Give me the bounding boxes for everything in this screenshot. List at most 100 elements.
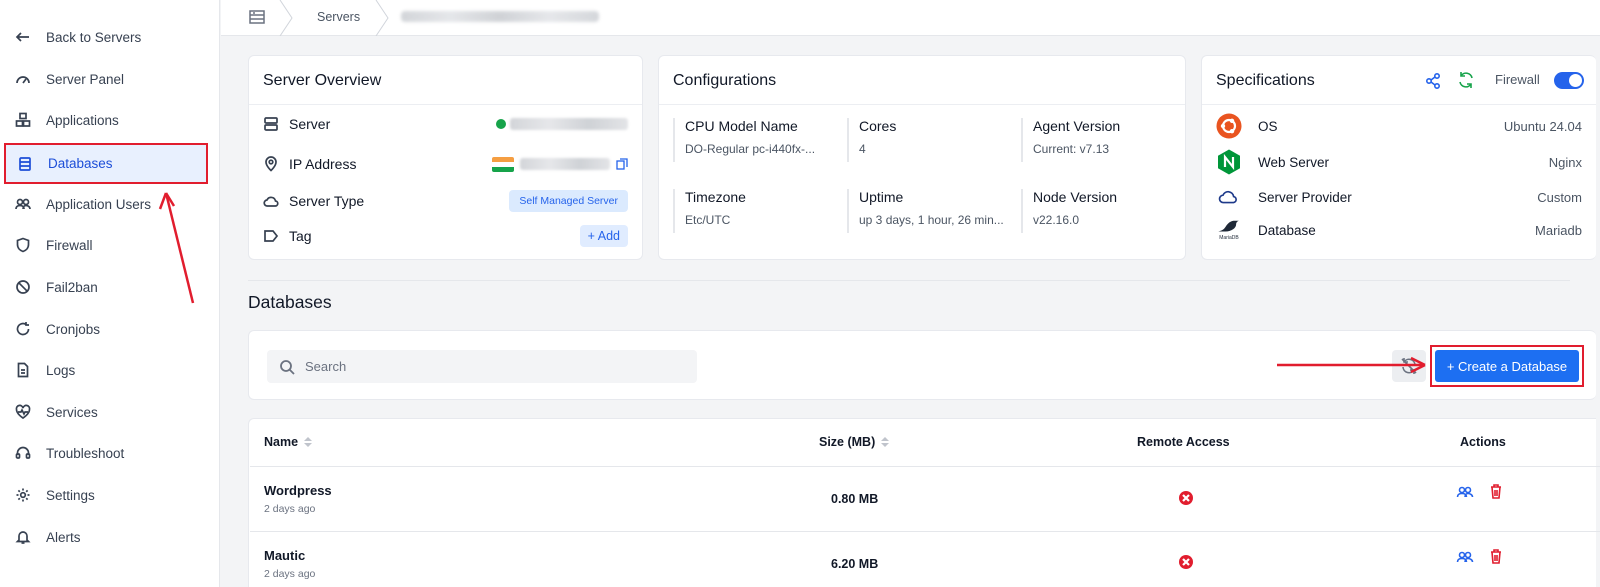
sidebar-item-label: Firewall (46, 237, 93, 253)
cubes-icon (14, 111, 32, 129)
sidebar-item-databases[interactable]: Databases (4, 143, 208, 184)
breadcrumb-servers[interactable]: Servers (317, 10, 360, 24)
configurations-card: Configurations CPU Model Name DO-Regular… (658, 55, 1186, 260)
server-overview-card: Server Overview Server IP Address Server… (248, 55, 643, 260)
config-uptime: Uptime up 3 days, 1 hour, 26 min... (847, 189, 1012, 233)
sidebar-item-logs[interactable]: Logs (4, 350, 208, 390)
card-title: Specifications (1216, 72, 1315, 89)
sidebar-item-label: Back to Servers (46, 29, 142, 45)
shield-icon (14, 236, 32, 254)
databases-section-title: Databases (248, 292, 332, 312)
sidebar-item-settings[interactable]: Settings (4, 475, 208, 515)
column-header-size[interactable]: Size (MB) (819, 435, 890, 449)
server-icon (263, 116, 279, 132)
breadcrumb: Servers (221, 0, 1600, 37)
sync-icon[interactable] (1457, 71, 1475, 89)
india-flag-icon (492, 156, 514, 172)
remote-access-disabled-icon[interactable] (1179, 491, 1193, 505)
firewall-toggle[interactable] (1554, 72, 1584, 89)
config-agent-version: Agent Version Current: v7.13 (1021, 118, 1176, 162)
sidebar-item-applications[interactable]: Applications (4, 100, 208, 140)
config-label: CPU Model Name (685, 118, 798, 134)
database-created: 2 days ago (264, 568, 316, 580)
ubuntu-logo-icon (1216, 113, 1242, 139)
sidebar-item-back-to-servers[interactable]: Back to Servers (4, 17, 208, 57)
specifications-card: Specifications Firewall OS Ubuntu 24.04 … (1201, 55, 1596, 260)
firewall-label: Firewall (1495, 72, 1540, 87)
spec-row-web-server: Web Server Nginx (1216, 148, 1582, 176)
overview-label: Tag (289, 228, 312, 244)
sidebar-item-label: Alerts (46, 529, 81, 545)
gear-icon (14, 486, 32, 504)
sidebar-item-label: Databases (48, 156, 113, 171)
spec-value: Mariadb (1535, 222, 1582, 238)
share-icon[interactable] (1424, 72, 1442, 90)
sidebar-item-label: Logs (46, 362, 76, 378)
breadcrumb-current-server-redacted (401, 11, 599, 22)
search-input[interactable] (305, 359, 685, 374)
config-cpu: CPU Model Name DO-Regular pc-i440fx-... (673, 118, 838, 162)
spec-value: Custom (1537, 189, 1582, 205)
sidebar-item-label: Server Panel (46, 71, 125, 87)
database-name[interactable]: Wordpress (264, 483, 332, 498)
sidebar-item-alerts[interactable]: Alerts (4, 517, 208, 557)
arrow-left-icon (14, 28, 32, 46)
config-label: Agent Version (1033, 118, 1121, 134)
spec-value: Ubuntu 24.04 (1503, 118, 1582, 134)
annotation-arrow-databases (158, 192, 195, 304)
tag-icon (263, 228, 279, 244)
config-value: DO-Regular pc-i440fx-... (685, 142, 816, 156)
spec-label: Web Server (1258, 154, 1330, 170)
server-list-icon[interactable] (249, 10, 265, 24)
remote-access-disabled-icon[interactable] (1179, 555, 1193, 569)
config-value: 4 (859, 142, 866, 156)
spec-row-database: MariaDB Database Mariadb (1216, 216, 1582, 244)
database-name[interactable]: Mautic (264, 548, 305, 563)
trash-icon[interactable] (1487, 483, 1505, 499)
config-label: Uptime (859, 189, 904, 205)
annotation-arrow-create (1277, 356, 1426, 374)
file-icon (14, 361, 32, 379)
status-online-dot (496, 119, 506, 129)
overview-row-server: Server (263, 112, 628, 136)
users-icon[interactable] (1456, 484, 1474, 500)
config-timezone: Timezone Etc/UTC (673, 189, 838, 233)
headset-icon (14, 444, 32, 462)
overview-row-ip: IP Address (263, 152, 628, 176)
add-tag-button[interactable]: + Add (579, 225, 628, 247)
column-header-name[interactable]: Name (264, 435, 313, 449)
sidebar-item-label: Troubleshoot (46, 445, 125, 461)
overview-row-server-type: Server Type Self Managed Server (263, 189, 628, 213)
create-database-button[interactable]: + Create a Database (1435, 350, 1579, 382)
config-node-version: Node Version v22.16.0 (1021, 189, 1176, 233)
config-value: Current: v7.13 (1033, 142, 1110, 156)
column-header-actions: Actions (1460, 435, 1506, 449)
trash-icon[interactable] (1487, 548, 1505, 564)
search-bar (267, 350, 697, 383)
cloud-icon (263, 193, 279, 209)
spec-row-provider: Server Provider Custom (1216, 183, 1582, 211)
spec-label: Database (1258, 222, 1316, 238)
search-icon (280, 359, 295, 375)
chevron-right-icon (375, 0, 389, 37)
location-pin-icon (263, 156, 279, 172)
database-created: 2 days ago (264, 503, 316, 515)
sort-icon (304, 437, 313, 447)
sidebar-item-cronjobs[interactable]: Cronjobs (4, 309, 208, 349)
config-cores: Cores 4 (847, 118, 1012, 162)
mariadb-logo-icon: MariaDB (1216, 217, 1242, 243)
databases-table (248, 418, 1596, 587)
sidebar-item-services[interactable]: Services (4, 392, 208, 432)
users-icon (14, 195, 32, 213)
sidebar-item-server-panel[interactable]: Server Panel (4, 59, 208, 99)
overview-row-tag: Tag + Add (263, 224, 628, 248)
create-database-highlight: + Create a Database (1430, 345, 1584, 387)
config-value: up 3 days, 1 hour, 26 min... (859, 213, 1004, 227)
sidebar-item-troubleshoot[interactable]: Troubleshoot (4, 433, 208, 473)
config-label: Cores (859, 118, 897, 134)
config-label: Node Version (1033, 189, 1118, 205)
users-icon[interactable] (1456, 549, 1474, 565)
overview-label: IP Address (289, 156, 357, 172)
copy-icon[interactable] (616, 158, 628, 170)
card-title: Server Overview (263, 72, 382, 89)
